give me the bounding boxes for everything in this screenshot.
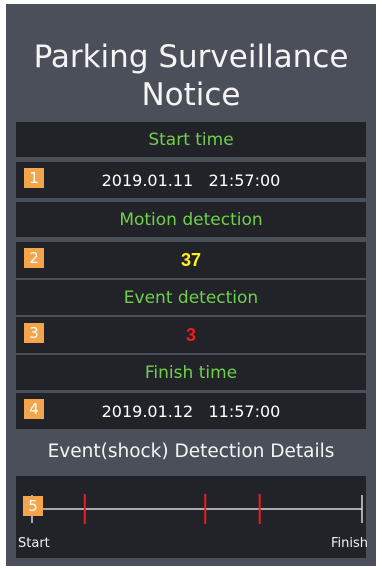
timeline-svg [31,494,363,524]
timeline-start-label: Start [18,536,50,551]
event-detection-row: 3 3 [16,317,366,353]
finish-time-row: 4 2019.01.12 11:57:00 [16,393,366,429]
start-time-badge: 1 [24,168,44,188]
details-title: Event(shock) Detection Details [47,441,335,462]
details-badge: 5 [23,496,43,516]
finish-time-badge: 4 [24,399,44,419]
motion-detection-badge: 2 [24,248,44,268]
title-line-1: Parking Surveillance [33,39,349,75]
motion-detection-count: 37 [180,249,202,270]
motion-detection-row: 2 37 [16,242,366,278]
motion-detection-label: Motion detection [119,209,263,230]
event-detection-badge: 3 [24,323,44,343]
event-detection-header: Event detection [16,280,366,315]
event-detection-label: Event detection [123,287,259,308]
start-time-label: Start time [148,129,234,150]
finish-time-value: 2019.01.12 11:57:00 [101,401,281,421]
finish-time-label: Finish time [144,362,238,383]
start-time-header: Start time [16,122,366,157]
timeline-finish-label: Finish [330,536,368,551]
page-title: Parking Surveillance Notice [6,38,376,114]
start-time-row: 1 2019.01.11 21:57:00 [16,162,366,198]
title-line-2: Notice [141,77,241,113]
motion-detection-header: Motion detection [16,202,366,237]
parking-notice-panel: Parking Surveillance Notice Start time 1… [6,4,376,566]
finish-time-header: Finish time [16,355,366,390]
event-detection-count: 3 [185,324,196,345]
start-time-value: 2019.01.11 21:57:00 [101,170,281,190]
event-timeline: 5 Start Finish [16,476,368,558]
